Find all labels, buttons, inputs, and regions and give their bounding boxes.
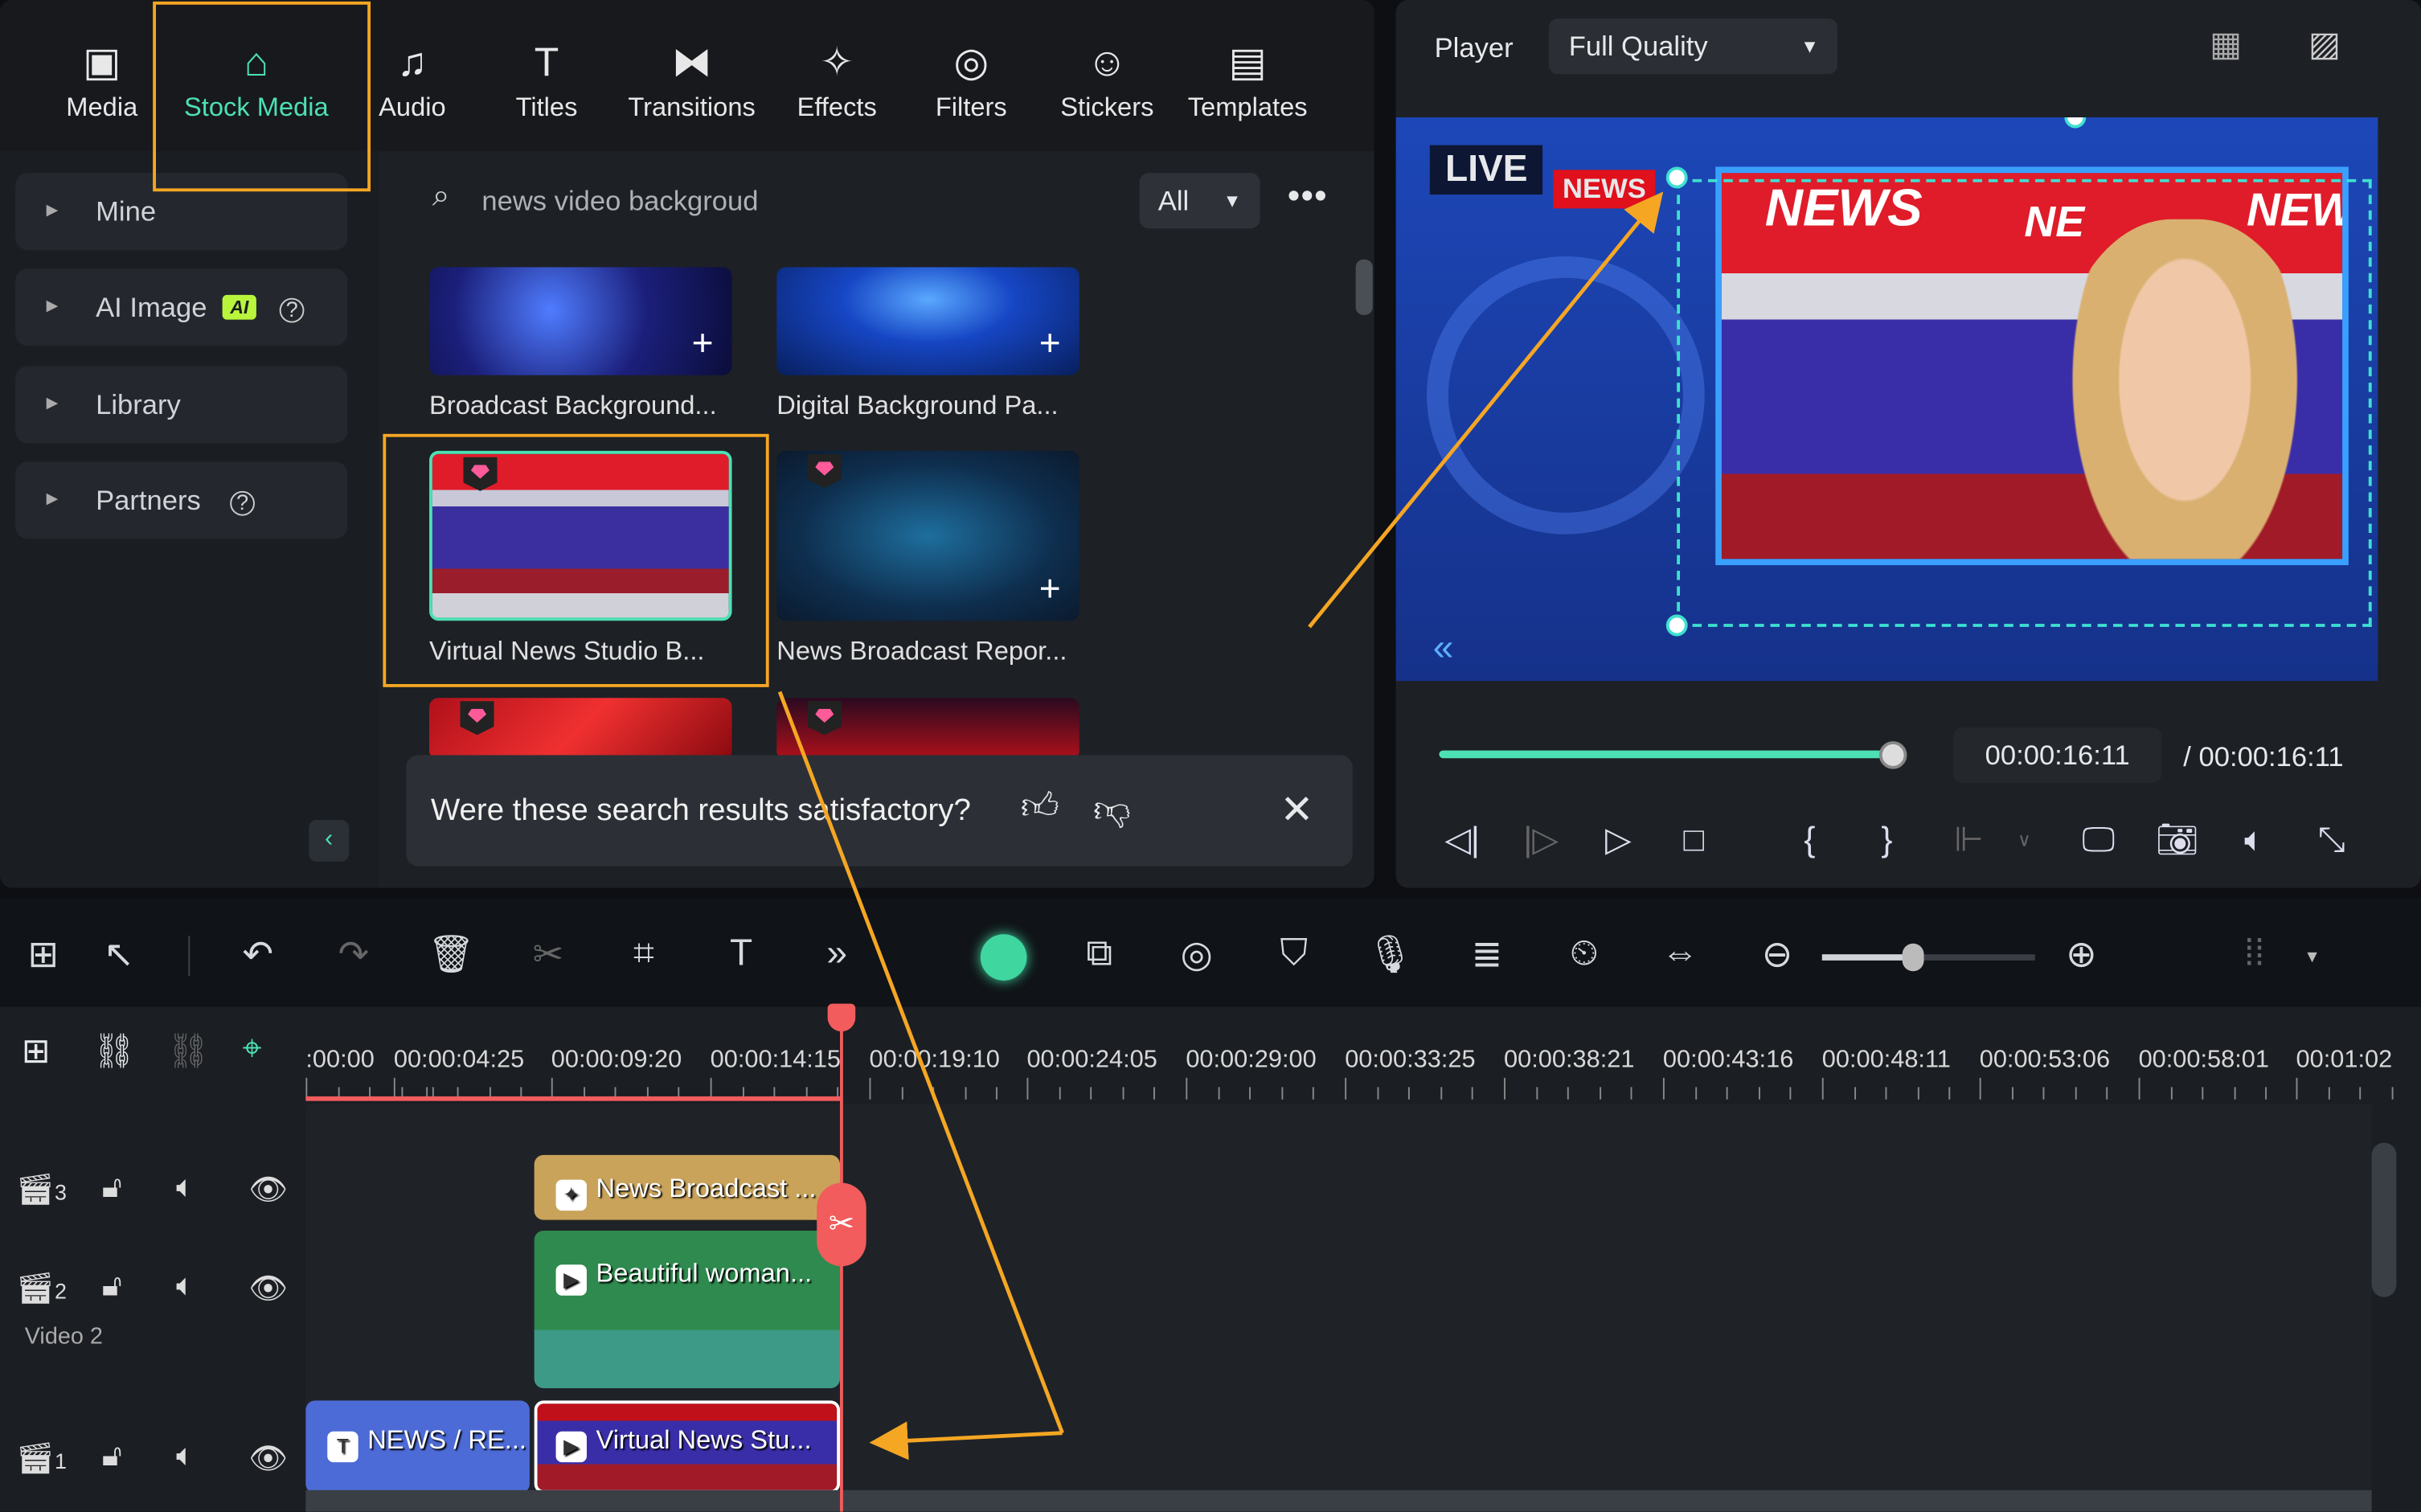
arrow-line-to-timeline [777,690,1064,1434]
arrow-to-preview [1308,191,1664,629]
video-editor-window: ▣ Media ⌂ Stock Media ♫ Audio T Titles ⧓ Tran… [0,0,2421,1512]
arrow-to-timeline-clip [869,1421,1063,1461]
annotation-arrows [777,191,1664,1461]
